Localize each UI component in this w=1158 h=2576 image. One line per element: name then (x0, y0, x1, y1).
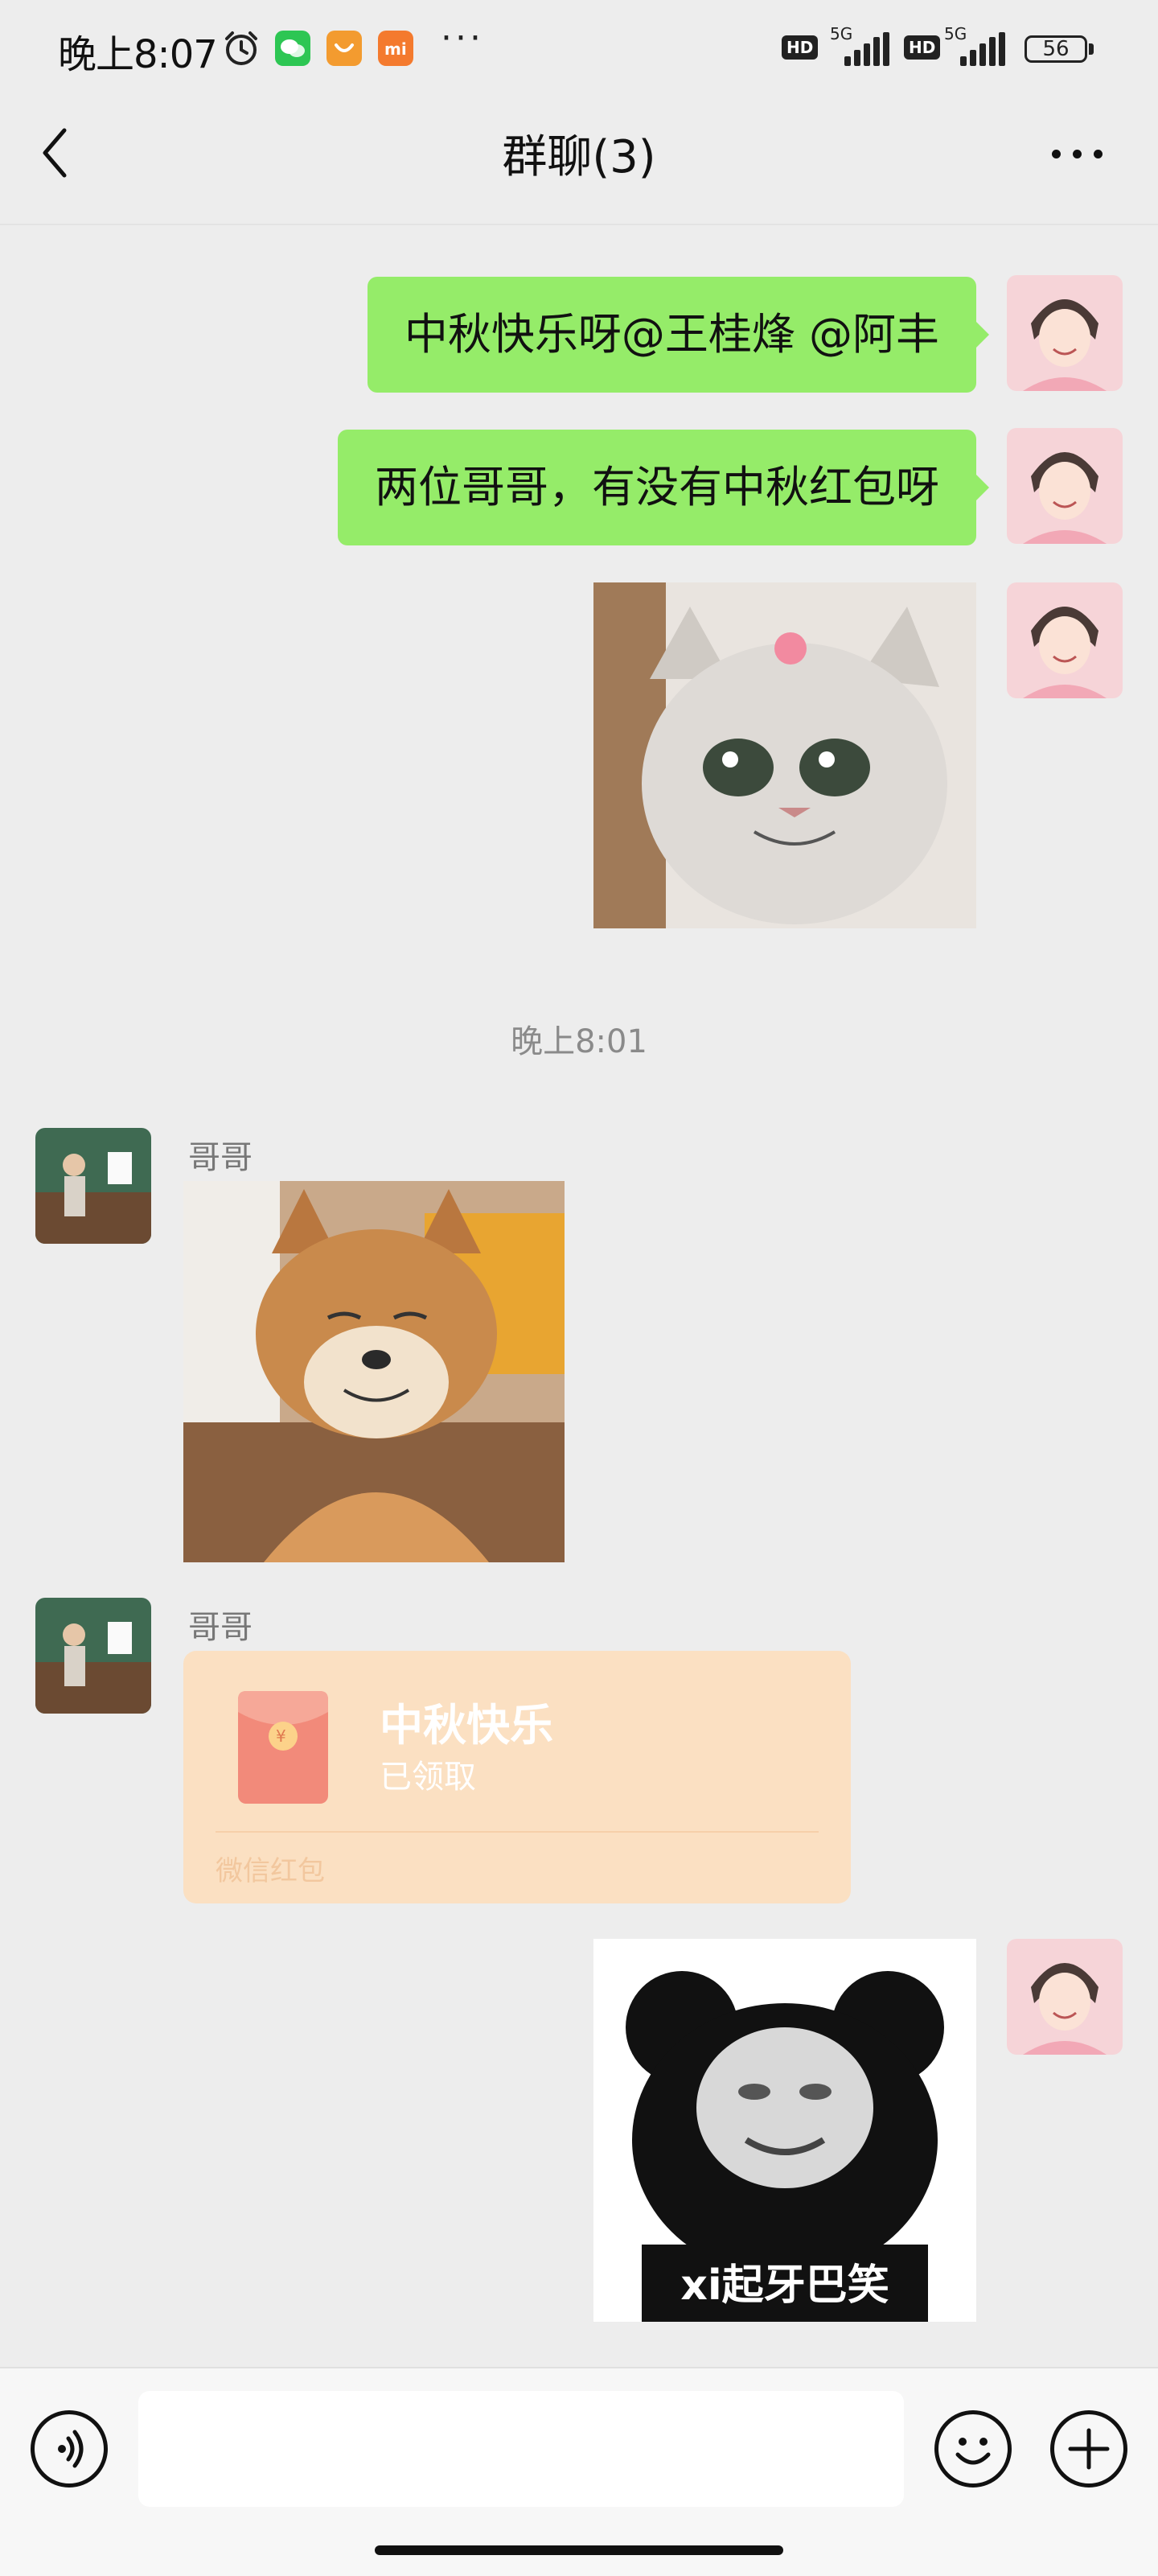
red-packet-divider (216, 1831, 819, 1833)
home-indicator[interactable] (375, 2545, 783, 2555)
message-input[interactable] (138, 2391, 904, 2507)
voice-input-button[interactable] (31, 2410, 108, 2488)
chat-title: 群聊(3) (502, 131, 656, 183)
taobao-icon (326, 31, 362, 66)
header-divider (0, 224, 1158, 225)
message-bubble[interactable]: 两位哥哥，有没有中秋红包呀 (338, 430, 989, 545)
panda-meme-sticker[interactable]: xi起牙巴笑 (593, 1939, 976, 2322)
battery-icon: 56 (1025, 35, 1087, 63)
svg-text:¥: ¥ (276, 1726, 286, 1746)
sender-avatar[interactable] (35, 1128, 151, 1244)
battery-tip (1089, 43, 1094, 55)
status-clock: 晚上8:07 (58, 32, 218, 77)
message-text: 两位哥哥，有没有中秋红包呀 (375, 462, 939, 512)
more-functions-button[interactable] (1050, 2410, 1127, 2488)
red-packet-card[interactable]: ¥ 中秋快乐 已领取 微信红包 (183, 1651, 851, 1903)
wechat-icon (275, 31, 310, 66)
red-packet-icon: ¥ (238, 1691, 328, 1804)
red-packet-title: 中秋快乐 (380, 1700, 553, 1751)
sender-avatar[interactable] (35, 1598, 151, 1714)
more-options-button[interactable] (1037, 121, 1118, 185)
smiling-shiba-sticker[interactable] (183, 1181, 565, 1562)
voice-icon (58, 2430, 84, 2468)
sim1-hd-badge: HD (782, 35, 819, 60)
smiling-cat-sticker[interactable] (593, 582, 976, 928)
sender-name: 哥哥 (188, 1609, 253, 1646)
my-avatar[interactable] (1007, 428, 1123, 544)
smiley-icon (955, 2438, 991, 2465)
message-text: 中秋快乐呀@王桂烽 @阿丰 (404, 309, 939, 360)
sim2-signal-icon (960, 32, 1012, 66)
sender-name: 哥哥 (188, 1139, 253, 1176)
sim1-signal-icon (844, 32, 896, 66)
back-button[interactable] (32, 113, 80, 193)
chevron-left-icon (43, 128, 67, 178)
emoji-button[interactable] (934, 2410, 1012, 2488)
alarm-icon (225, 31, 257, 65)
red-packet-footer: 微信红包 (216, 1855, 325, 1887)
message-timestamp: 晚上8:01 (511, 1023, 647, 1060)
plus-icon (1068, 2428, 1110, 2470)
my-avatar[interactable] (1007, 1939, 1123, 2055)
status-bar: 晚上8:07 mi ··· HD 5G HD 5G 56 (0, 0, 1158, 97)
svg-text:mi: mi (384, 39, 407, 59)
my-avatar[interactable] (1007, 582, 1123, 698)
my-avatar[interactable] (1007, 275, 1123, 391)
mi-icon: mi (378, 31, 413, 66)
message-bubble[interactable]: 中秋快乐呀@王桂烽 @阿丰 (367, 277, 989, 393)
sim2-hd-badge: HD (904, 35, 941, 60)
more-notifications-icon: ··· (441, 18, 484, 59)
red-packet-status: 已领取 (380, 1759, 476, 1796)
sticker-caption: xi起牙巴笑 (680, 2261, 889, 2310)
